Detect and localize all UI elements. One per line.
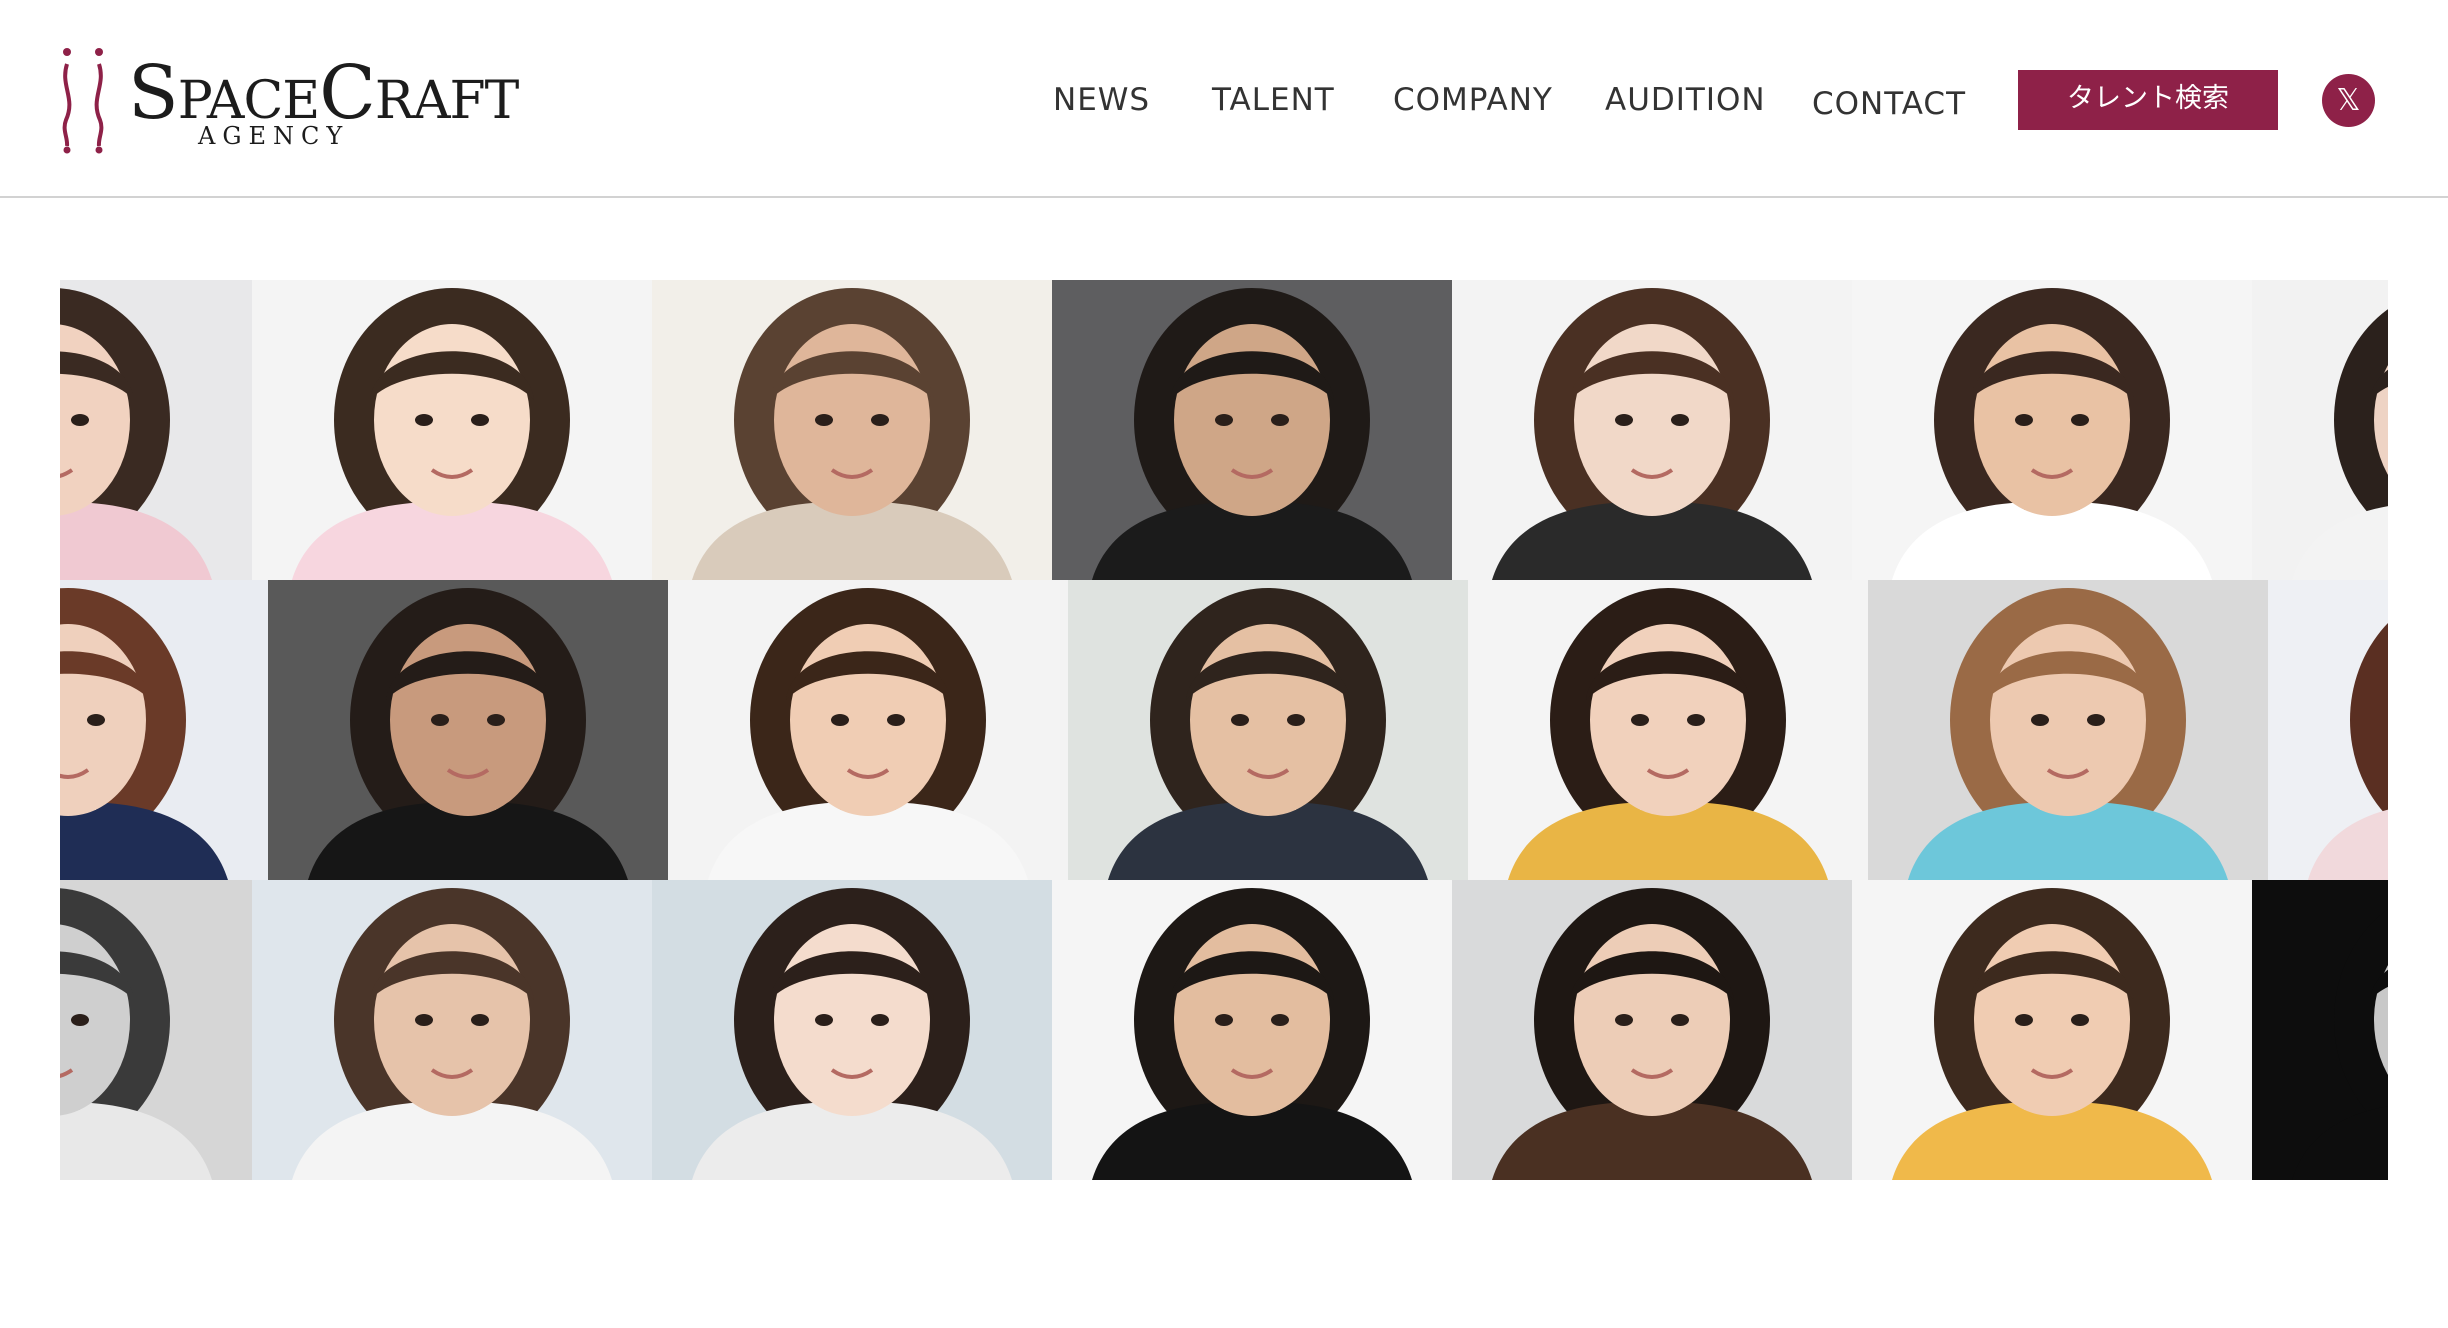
talent-photo-tile[interactable] — [60, 880, 252, 1180]
talent-portrait-icon — [1892, 888, 2212, 1180]
talent-portrait-icon — [1092, 288, 1412, 580]
talent-photo-tile[interactable] — [1052, 280, 1452, 580]
nav-news[interactable]: NEWS — [1053, 76, 1150, 124]
talent-portrait-icon — [1508, 588, 1828, 880]
talent-portrait-icon — [1108, 588, 1428, 880]
talent-portrait-icon — [2292, 309, 2388, 580]
talent-photo-tile[interactable] — [652, 280, 1052, 580]
talent-photo-tile[interactable] — [268, 580, 668, 880]
talent-portrait-icon — [1092, 888, 1412, 1180]
talent-photo-tile[interactable] — [652, 880, 1052, 1180]
talent-photo-tile[interactable] — [1052, 880, 1452, 1180]
talent-portrait-icon — [2292, 909, 2388, 1180]
talent-portrait-icon — [292, 288, 612, 580]
talent-photo-tile[interactable] — [252, 280, 652, 580]
talent-photo-tile[interactable] — [2268, 580, 2388, 880]
nav-company[interactable]: COMPANY — [1393, 76, 1553, 124]
talent-portrait-icon — [2308, 623, 2388, 880]
talent-portrait-icon — [1492, 888, 1812, 1180]
x-social-icon[interactable]: 𝕏 — [2322, 74, 2375, 127]
talent-photo-tile[interactable] — [252, 880, 652, 1180]
talent-photo-tile[interactable] — [60, 280, 252, 580]
talent-portrait-icon — [308, 588, 628, 880]
talent-portrait-icon — [1908, 588, 2228, 880]
talent-portrait-icon — [60, 588, 228, 880]
talent-portrait-icon — [292, 888, 612, 1180]
talent-photo-tile[interactable] — [2252, 280, 2388, 580]
talent-photo-tile[interactable] — [2252, 880, 2388, 1180]
logo-word-raft: RAFT — [374, 71, 519, 131]
talent-photo-tile[interactable] — [60, 580, 268, 880]
logo-mark-icon — [62, 48, 104, 154]
talent-portrait-icon — [1892, 288, 2212, 580]
talent-photo-tile[interactable] — [1452, 880, 1852, 1180]
site-logo[interactable]: SPACECRAFT AGENCY — [58, 46, 519, 156]
talent-portrait-icon — [1492, 288, 1812, 580]
talent-photo-tile[interactable] — [1852, 280, 2252, 580]
site-header: SPACECRAFT AGENCY NEWS TALENT COMPANY AU… — [0, 0, 2448, 198]
talent-portrait-icon — [692, 888, 1012, 1180]
talent-portrait-icon — [60, 288, 212, 580]
nav-audition[interactable]: AUDITION — [1605, 76, 1766, 124]
talent-photo-tile[interactable] — [1452, 280, 1852, 580]
logo-subtitle: AGENCY — [198, 122, 350, 150]
talent-photo-tile[interactable] — [668, 580, 1068, 880]
talent-photo-tile[interactable] — [1868, 580, 2268, 880]
talent-photo-grid — [60, 280, 2388, 1180]
nav-talent[interactable]: TALENT — [1212, 76, 1335, 124]
talent-photo-tile[interactable] — [1068, 580, 1468, 880]
talent-portrait-icon — [708, 588, 1028, 880]
talent-search-button[interactable]: タレント検索 — [2018, 70, 2278, 130]
talent-photo-tile[interactable] — [1468, 580, 1868, 880]
logo-initial-s: S — [128, 50, 179, 136]
talent-portrait-icon — [692, 288, 1012, 580]
nav-contact[interactable]: CONTACT — [1812, 80, 1966, 128]
talent-portrait-icon — [60, 888, 212, 1180]
talent-photo-tile[interactable] — [1852, 880, 2252, 1180]
